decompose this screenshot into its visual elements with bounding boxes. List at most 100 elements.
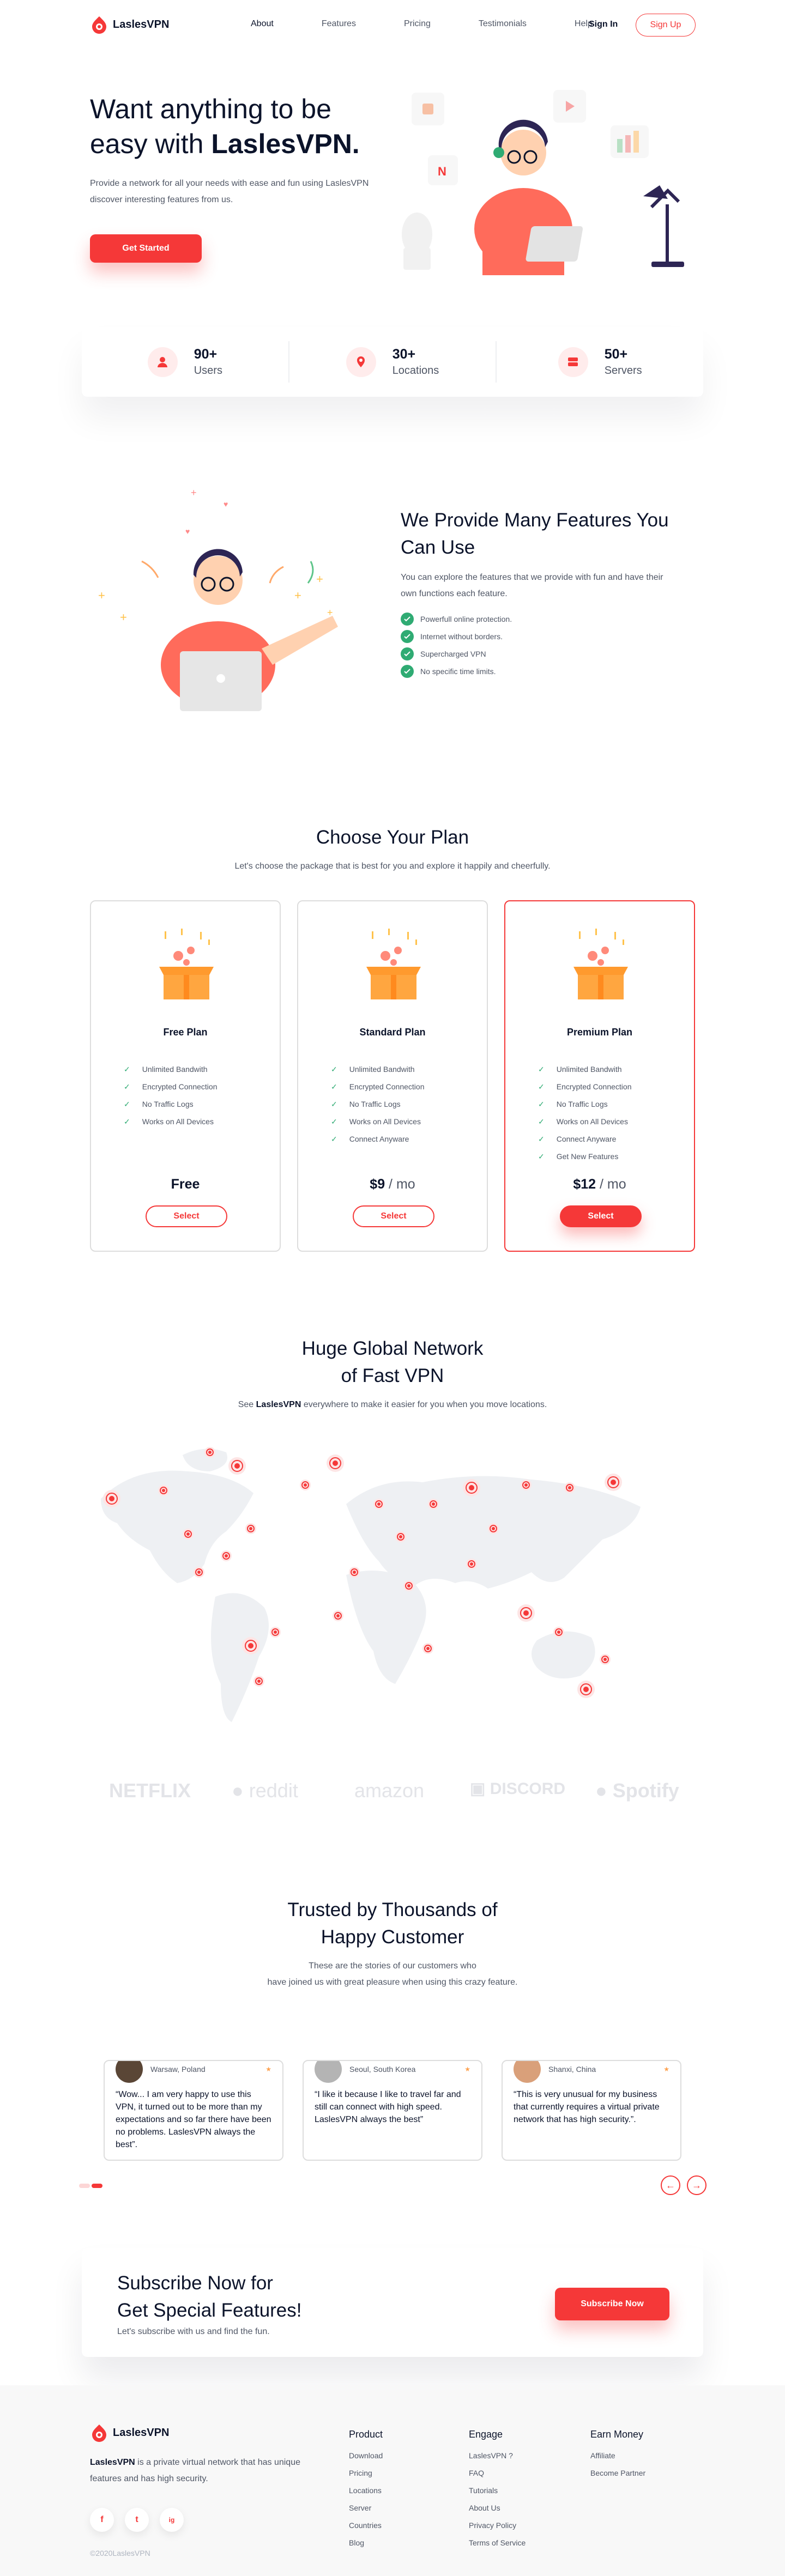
copyright-text: ©2020LaslesVPN [90, 2549, 150, 2557]
feature-item: Powerfull online protection. [401, 610, 512, 628]
check-icon: ✓ [124, 1064, 130, 1074]
footer-link[interactable]: Affiliate [590, 2451, 645, 2469]
spotify-icon: ● [595, 1779, 607, 1802]
plan-card-free: Free Plan ✓ Unlimited Bandwith ✓ Encrypted… [90, 900, 281, 1252]
hero-title: Want anything to be easy with LaslesVPN. [90, 92, 395, 161]
footer-link[interactable]: Countries [349, 2521, 383, 2538]
footer-link[interactable]: Blog [349, 2538, 383, 2556]
footer-column-product: Product Download Pricing Locations Serve… [349, 2429, 383, 2556]
carousel-dot-active[interactable] [92, 2184, 102, 2188]
hero-illustration: N [401, 87, 695, 275]
brand-logo[interactable]: LaslesVPN [90, 15, 169, 34]
footer-link[interactable]: Pricing [349, 2469, 383, 2486]
footer-link[interactable]: Server [349, 2504, 383, 2521]
footer-link[interactable]: FAQ [469, 2469, 526, 2486]
map-location-marker [327, 1454, 344, 1472]
star-rating-icon: ★ [464, 2065, 470, 2073]
plan-feature-text: Connect Anyware [349, 1135, 409, 1143]
testimonial-text: “Wow... I am very happy to use this VPN,… [116, 2090, 271, 2149]
sign-up-button[interactable]: Sign Up [636, 14, 696, 37]
footer-column-title: Product [349, 2429, 383, 2440]
footer-column-earn-money: Earn Money Affiliate Become Partner [590, 2429, 645, 2486]
gift-box-icon [154, 929, 219, 1002]
svg-text:+: + [98, 589, 105, 602]
subscribe-title-line: Get Special Features! [117, 2300, 302, 2321]
check-icon: ✓ [538, 1082, 545, 1091]
nav-link-about[interactable]: About [251, 19, 274, 29]
get-started-button[interactable]: Get Started [90, 234, 202, 263]
plan-feature-text: Works on All Devices [349, 1117, 421, 1126]
map-location-marker [183, 1529, 194, 1539]
check-icon: ✓ [538, 1099, 545, 1108]
sponsor-name: reddit [249, 1779, 298, 1802]
plan-feature-text: Works on All Devices [142, 1117, 214, 1126]
footer-link[interactable]: About Us [469, 2504, 526, 2521]
map-location-marker [270, 1627, 281, 1638]
plan-feature-text: Encrypted Connection [556, 1082, 632, 1091]
plan-feature: ✓ Encrypted Connection [331, 1078, 425, 1095]
subscribe-description: Let's subscribe with us and find the fun… [117, 2327, 270, 2336]
feature-item-text: No specific time limits. [420, 667, 496, 676]
plan-feature: ✓ Works on All Devices [538, 1113, 632, 1130]
footer-logo[interactable]: LaslesVPN [90, 2423, 169, 2442]
footer-link[interactable]: Terms of Service [469, 2538, 526, 2556]
check-icon: ✓ [124, 1082, 130, 1091]
plan-feature: ✓ No Traffic Logs [538, 1095, 632, 1113]
nav-link-testimonials[interactable]: Testimonials [479, 19, 527, 29]
check-icon: ✓ [331, 1082, 337, 1091]
carousel-dot[interactable] [79, 2184, 90, 2188]
footer: LaslesVPN LaslesVPN is a private virtual… [0, 2385, 785, 2576]
sponsor-name: Spotify [612, 1779, 679, 1802]
map-location-marker [373, 1499, 384, 1510]
map-location-marker [253, 1676, 264, 1687]
plan-price-period: / mo [385, 1177, 415, 1192]
footer-link[interactable]: Become Partner [590, 2469, 645, 2486]
plan-feature-text: Unlimited Bandwith [556, 1065, 622, 1074]
plan-feature: ✓ Unlimited Bandwith [331, 1060, 425, 1078]
testimonial-header: Warsaw, Poland ★ [105, 2061, 282, 2083]
plan-feature: ✓ Encrypted Connection [124, 1078, 218, 1095]
features-list: Powerfull online protection. Internet wi… [401, 610, 512, 680]
carousel-next-button[interactable]: → [687, 2175, 706, 2195]
footer-link[interactable]: Download [349, 2451, 383, 2469]
svg-text:♥: ♥ [185, 527, 190, 536]
logo-icon [90, 2423, 108, 2442]
twitter-icon[interactable]: t [125, 2508, 149, 2532]
select-plan-button[interactable]: Select [560, 1205, 642, 1227]
stat-users: 90+ Users [82, 341, 289, 383]
select-plan-button[interactable]: Select [353, 1205, 434, 1227]
feature-item-text: Supercharged VPN [420, 650, 486, 658]
map-location-marker [245, 1523, 256, 1534]
nav-link-features[interactable]: Features [322, 19, 356, 29]
network-title: Huge Global Network of Fast VPN [0, 1335, 785, 1390]
footer-link[interactable]: Privacy Policy [469, 2521, 526, 2538]
sponsor-logo-spotify: ● Spotify [595, 1779, 679, 1802]
sponsor-logo-discord: ▣ DISCORD [470, 1779, 565, 1798]
plans-subtitle: Let's choose the package that is best fo… [234, 862, 551, 871]
plan-name: Premium Plan [566, 1027, 633, 1038]
footer-link[interactable]: LaslesVPN ? [469, 2451, 526, 2469]
footer-column-title: Earn Money [590, 2429, 644, 2440]
footer-link[interactable]: Locations [349, 2486, 383, 2504]
instagram-icon[interactable]: ig [160, 2508, 184, 2532]
facebook-icon[interactable]: f [90, 2508, 114, 2532]
sign-in-link[interactable]: Sign In [589, 20, 618, 29]
map-location-marker [194, 1567, 204, 1578]
testimonials-subtitle-line: These are the stories of our customers w… [309, 1961, 476, 1971]
nav-link-pricing[interactable]: Pricing [404, 19, 431, 29]
testimonials-subtitle: These are the stories of our customers w… [0, 1958, 785, 1991]
plan-features: ✓ Unlimited Bandwith ✓ Encrypted Connectio… [538, 1060, 632, 1165]
stat-users-label: Users [194, 365, 222, 377]
stat-locations-label: Locations [392, 365, 439, 377]
brand-name: LaslesVPN [113, 18, 170, 31]
plan-feature: ✓ Works on All Devices [124, 1113, 218, 1130]
footer-link[interactable]: Tutorials [469, 2486, 526, 2504]
plan-feature-text: No Traffic Logs [556, 1100, 608, 1108]
carousel-prev-button[interactable]: ← [661, 2175, 680, 2195]
svg-text:+: + [294, 589, 301, 602]
map-location-marker [488, 1523, 499, 1534]
subscribe-button[interactable]: Subscribe Now [555, 2288, 669, 2320]
select-plan-button[interactable]: Select [146, 1205, 227, 1227]
subscribe-title-line: Subscribe Now for [117, 2272, 273, 2294]
plan-feature: ✓ Works on All Devices [331, 1113, 425, 1130]
